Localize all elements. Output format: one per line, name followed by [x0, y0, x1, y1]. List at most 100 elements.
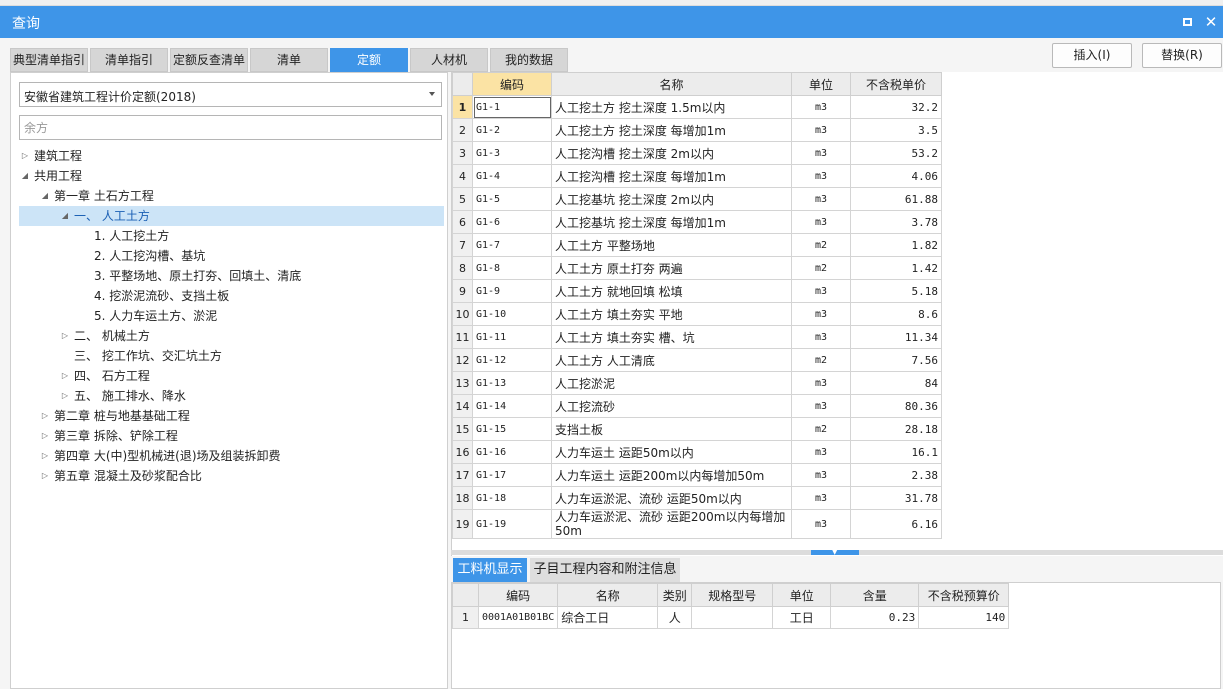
quota-code[interactable]: G1-5 — [472, 187, 552, 211]
tab-labor-material-machine[interactable]: 人材机 — [410, 48, 488, 72]
caret-collapsed-icon[interactable]: ▷ — [59, 366, 71, 386]
quota-code[interactable]: G1-8 — [472, 256, 552, 280]
quota-unit[interactable]: m2 — [791, 233, 851, 257]
table-row[interactable]: 10 G1-10 人工土方 填土夯实 平地 m3 8.6 — [452, 302, 942, 326]
quota-code[interactable]: G1-1 — [472, 95, 552, 119]
caret-collapsed-icon[interactable]: ▷ — [19, 146, 31, 166]
quota-name[interactable]: 支挡土板 — [551, 417, 792, 441]
table-row[interactable]: 18 G1-18 人力车运淤泥、流砂 运距50m以内 m3 31.78 — [452, 486, 942, 510]
quota-price[interactable]: 31.78 — [850, 486, 942, 510]
quota-price[interactable]: 84 — [850, 371, 942, 395]
table-row[interactable]: 15 G1-15 支挡土板 m2 28.18 — [452, 417, 942, 441]
quota-price[interactable]: 3.5 — [850, 118, 942, 142]
search-input[interactable] — [19, 115, 442, 140]
table-row[interactable]: 8 G1-8 人工土方 原土打夯 两遍 m2 1.42 — [452, 256, 942, 280]
quota-price[interactable]: 4.06 — [850, 164, 942, 188]
tree-item[interactable]: 1. 人工挖土方 — [19, 226, 444, 246]
table-row[interactable]: 16 G1-16 人力车运土 运距50m以内 m3 16.1 — [452, 440, 942, 464]
quota-price[interactable]: 1.42 — [850, 256, 942, 280]
close-icon[interactable]: ✕ — [1201, 12, 1221, 32]
quota-price[interactable]: 28.18 — [850, 417, 942, 441]
quota-price[interactable]: 7.56 — [850, 348, 942, 372]
quota-unit[interactable]: m3 — [791, 440, 851, 464]
caret-expanded-icon[interactable]: ◢ — [59, 206, 71, 226]
table-row[interactable]: 4 G1-4 人工挖沟槽 挖土深度 每增加1m m3 4.06 — [452, 164, 942, 188]
material-type[interactable]: 人 — [657, 606, 693, 629]
tree-item[interactable]: ▷ 五、 施工排水、降水 — [19, 386, 444, 406]
quota-name[interactable]: 人力车运淤泥、流砂 运距200m以内每增加50m — [551, 509, 792, 539]
table-row[interactable]: 3 G1-3 人工挖沟槽 挖土深度 2m以内 m3 53.2 — [452, 141, 942, 165]
quota-unit[interactable]: m3 — [791, 302, 851, 326]
quota-name[interactable]: 人力车运淤泥、流砂 运距50m以内 — [551, 486, 792, 510]
quota-code[interactable]: G1-10 — [472, 302, 552, 326]
quota-unit[interactable]: m3 — [791, 371, 851, 395]
table-row[interactable]: 19 G1-19 人力车运淤泥、流砂 运距200m以内每增加50m m3 6.16 — [452, 509, 942, 539]
tab-my-data[interactable]: 我的数据 — [490, 48, 568, 72]
quota-name[interactable]: 人工挖基坑 挖土深度 每增加1m — [551, 210, 792, 234]
quota-code[interactable]: G1-16 — [472, 440, 552, 464]
quota-unit[interactable]: m2 — [791, 256, 851, 280]
material-qty[interactable]: 0.23 — [830, 606, 920, 629]
col-header-qty[interactable]: 含量 — [830, 583, 920, 607]
quota-unit[interactable]: m3 — [791, 210, 851, 234]
quota-code[interactable]: G1-18 — [472, 486, 552, 510]
tab-quota[interactable]: 定额 — [330, 48, 408, 72]
tree-item[interactable]: 5. 人力车运土方、淤泥 — [19, 306, 444, 326]
tree-item[interactable]: ▷ 第五章 混凝土及砂浆配合比 — [19, 466, 444, 486]
tab-list[interactable]: 清单 — [250, 48, 328, 72]
quota-code[interactable]: G1-9 — [472, 279, 552, 303]
col-header-name[interactable]: 名称 — [557, 583, 659, 607]
col-header-code[interactable]: 编码 — [472, 72, 552, 96]
quota-unit[interactable]: m2 — [791, 348, 851, 372]
insert-button[interactable]: 插入(I) — [1052, 43, 1132, 68]
tab-item-content-notes[interactable]: 子目工程内容和附注信息 — [530, 558, 680, 582]
quota-code[interactable]: G1-17 — [472, 463, 552, 487]
tab-labor-material-display[interactable]: 工料机显示 — [453, 558, 527, 582]
table-row[interactable]: 11 G1-11 人工土方 填土夯实 槽、坑 m3 11.34 — [452, 325, 942, 349]
table-row[interactable]: 9 G1-9 人工土方 就地回填 松填 m3 5.18 — [452, 279, 942, 303]
tree-item[interactable]: ▷ 四、 石方工程 — [19, 366, 444, 386]
quota-price[interactable]: 61.88 — [850, 187, 942, 211]
quota-price[interactable]: 8.6 — [850, 302, 942, 326]
quota-unit[interactable]: m3 — [791, 164, 851, 188]
quota-code[interactable]: G1-6 — [472, 210, 552, 234]
tree-item[interactable]: ◢ 一、 人工土方 — [19, 206, 444, 226]
quota-price[interactable]: 32.2 — [850, 95, 942, 119]
quota-name[interactable]: 人工土方 原土打夯 两遍 — [551, 256, 792, 280]
quota-code[interactable]: G1-7 — [472, 233, 552, 257]
caret-collapsed-icon[interactable]: ▷ — [59, 326, 71, 346]
caret-collapsed-icon[interactable]: ▷ — [39, 466, 51, 486]
material-name[interactable]: 综合工日 — [557, 606, 659, 629]
caret-collapsed-icon[interactable]: ▷ — [39, 406, 51, 426]
tree-item[interactable]: 3. 平整场地、原土打夯、回填土、清底 — [19, 266, 444, 286]
quota-unit[interactable]: m3 — [791, 141, 851, 165]
quota-price[interactable]: 5.18 — [850, 279, 942, 303]
table-row[interactable]: 13 G1-13 人工挖淤泥 m3 84 — [452, 371, 942, 395]
table-row[interactable]: 1 G1-1 人工挖土方 挖土深度 1.5m以内 m3 32.2 — [452, 95, 942, 119]
tree-item[interactable]: ▷ 二、 机械土方 — [19, 326, 444, 346]
quota-library-select[interactable]: 安徽省建筑工程计价定额(2018) — [19, 82, 442, 107]
table-row[interactable]: 5 G1-5 人工挖基坑 挖土深度 2m以内 m3 61.88 — [452, 187, 942, 211]
col-header-unit[interactable]: 单位 — [791, 72, 851, 96]
caret-collapsed-icon[interactable]: ▷ — [59, 386, 71, 406]
quota-code[interactable]: G1-11 — [472, 325, 552, 349]
quota-code[interactable]: G1-13 — [472, 371, 552, 395]
tree-item[interactable]: ◢ 共用工程 — [19, 166, 444, 186]
quota-price[interactable]: 1.82 — [850, 233, 942, 257]
table-row[interactable]: 14 G1-14 人工挖流砂 m3 80.36 — [452, 394, 942, 418]
material-unit[interactable]: 工日 — [772, 606, 832, 629]
quota-unit[interactable]: m3 — [791, 95, 851, 119]
col-header-type[interactable]: 类别 — [657, 583, 693, 607]
quota-name[interactable]: 人工挖沟槽 挖土深度 每增加1m — [551, 164, 792, 188]
tree-item[interactable]: ▷ 第四章 大(中)型机械进(退)场及组装拆卸费 — [19, 446, 444, 466]
tree-item[interactable]: ◢ 第一章 土石方工程 — [19, 186, 444, 206]
quota-price[interactable]: 53.2 — [850, 141, 942, 165]
col-header-unit[interactable]: 单位 — [772, 583, 832, 607]
table-row[interactable]: 2 G1-2 人工挖土方 挖土深度 每增加1m m3 3.5 — [452, 118, 942, 142]
quota-name[interactable]: 人工土方 平整场地 — [551, 233, 792, 257]
caret-collapsed-icon[interactable]: ▷ — [39, 426, 51, 446]
quota-name[interactable]: 人工土方 就地回填 松填 — [551, 279, 792, 303]
quota-price[interactable]: 11.34 — [850, 325, 942, 349]
quota-name[interactable]: 人工挖淤泥 — [551, 371, 792, 395]
replace-button[interactable]: 替换(R) — [1142, 43, 1222, 68]
